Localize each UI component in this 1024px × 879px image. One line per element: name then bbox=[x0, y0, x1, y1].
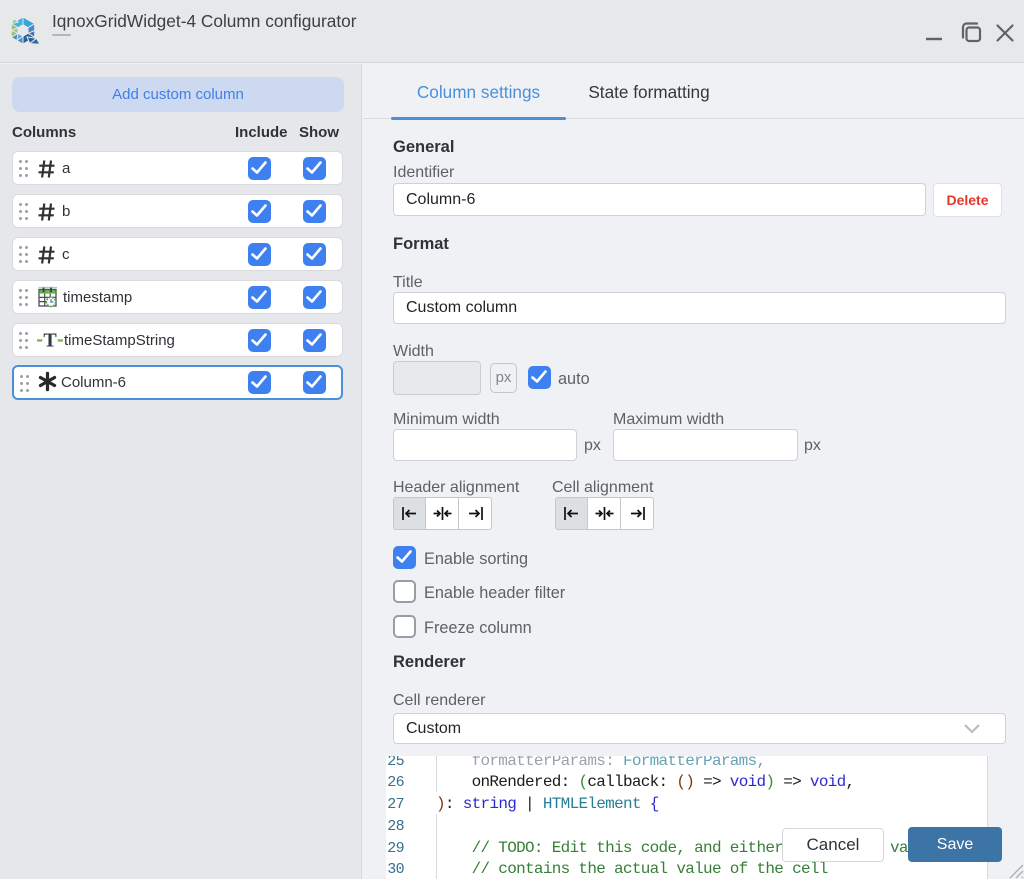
svg-text:T: T bbox=[43, 330, 57, 351]
